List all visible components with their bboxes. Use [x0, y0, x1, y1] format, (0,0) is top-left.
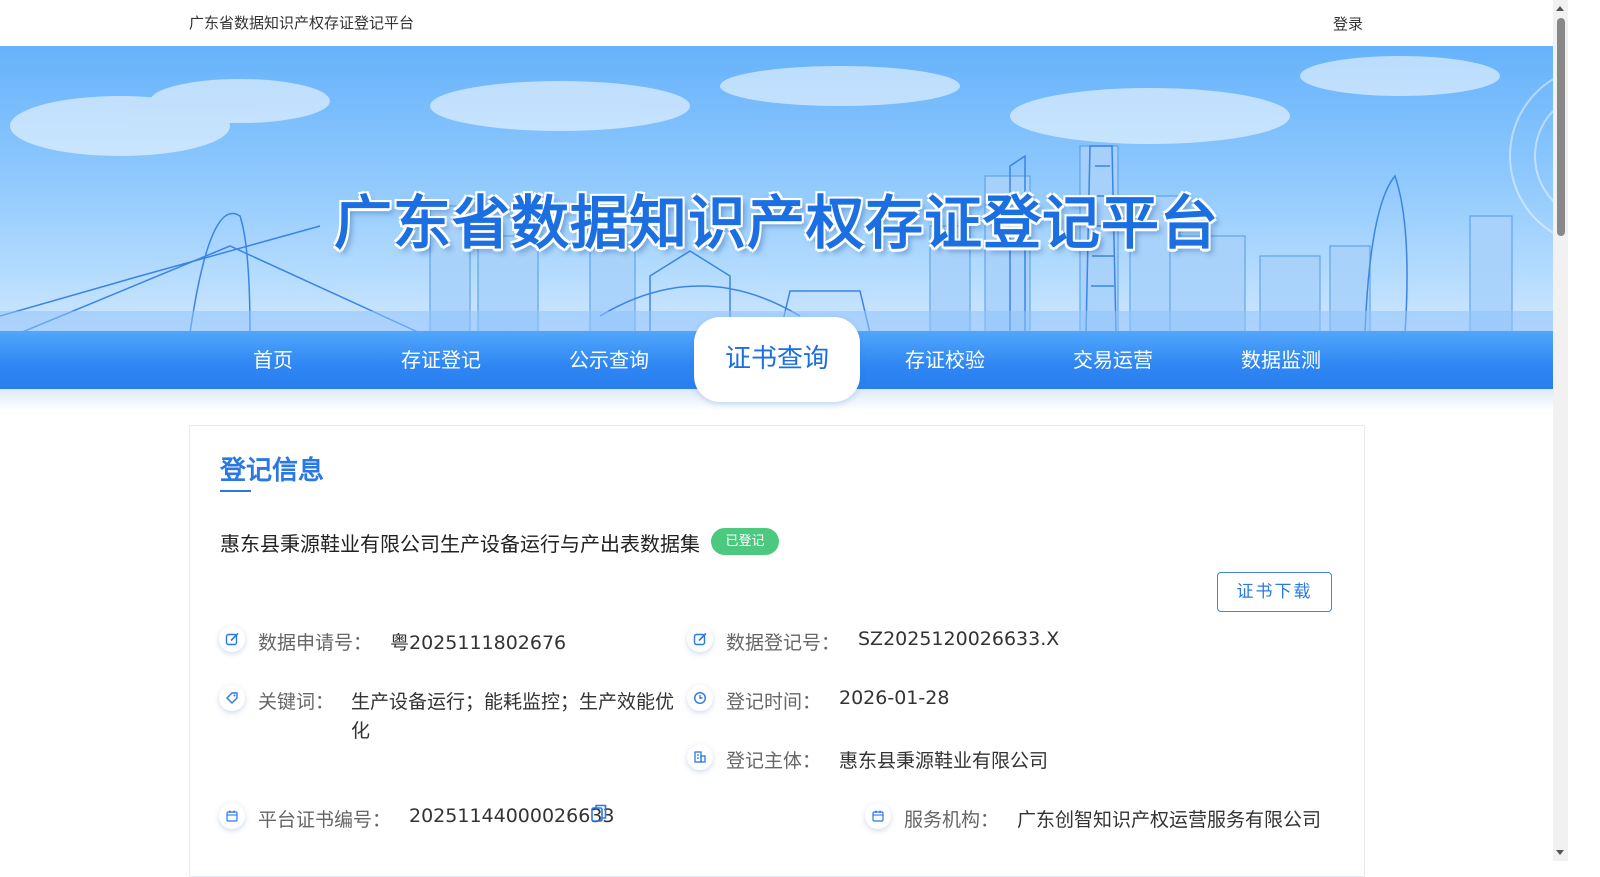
page-scrollbar[interactable]: [1553, 0, 1568, 861]
top-bar: 广东省数据知识产权存证登记平台 登录: [0, 0, 1553, 46]
edit-icon: [687, 626, 713, 652]
clock-icon: [687, 685, 713, 711]
banner-title: 广东省数据知识产权存证登记平台: [333, 189, 1219, 257]
calendar-icon: [865, 803, 891, 829]
registration-no-value: SZ2025120026633.X: [858, 628, 1060, 650]
application-no-value: 粤2025111802676: [390, 632, 567, 654]
site-name: 广东省数据知识产权存证登记平台: [189, 14, 415, 32]
edit-icon: [219, 626, 245, 652]
section-title: 登记信息: [220, 456, 325, 486]
nav-item-verification[interactable]: 存证校验: [861, 331, 1029, 389]
organization-icon: [687, 744, 713, 770]
registration-time-label: 登记时间：: [726, 691, 822, 713]
scroll-down-arrow-icon[interactable]: [1556, 850, 1564, 855]
status-badge: 已登记: [711, 528, 779, 555]
registration-no-label: 数据登记号：: [726, 632, 841, 654]
nav-item-registration[interactable]: 存证登记: [357, 331, 525, 389]
certificate-download-button[interactable]: 证书下载: [1217, 572, 1332, 612]
hero-banner: 广东省数据知识产权存证登记平台: [0, 46, 1553, 333]
registration-time-value: 2026-01-28: [839, 687, 950, 709]
registrant-value: 惠东县秉源鞋业有限公司: [839, 750, 1049, 772]
nav-item-monitoring[interactable]: 数据监测: [1197, 331, 1365, 389]
calendar-icon: [219, 803, 245, 829]
copy-icon[interactable]: [591, 804, 607, 823]
certificate-no-value: 20251144000026633: [409, 805, 615, 827]
keywords-value-line1: 生产设备运行；能耗监控；生产效能优: [351, 691, 675, 713]
nav-item-home[interactable]: 首页: [189, 331, 357, 389]
tag-icon: [219, 685, 245, 711]
scrollbar-thumb[interactable]: [1557, 18, 1565, 236]
nav-item-certificate-query[interactable]: 证书查询: [694, 317, 860, 402]
keywords-label: 关键词：: [258, 691, 335, 713]
dataset-title: 惠东县秉源鞋业有限公司生产设备运行与产出表数据集: [220, 532, 700, 556]
application-no-label: 数据申请号：: [258, 632, 373, 654]
scroll-up-arrow-icon[interactable]: [1556, 6, 1564, 11]
service-org-label: 服务机构：: [904, 809, 1000, 831]
registrant-label: 登记主体：: [726, 750, 822, 772]
keywords-value-line2: 化: [351, 720, 371, 742]
section-title-underline: [220, 490, 251, 492]
login-link[interactable]: 登录: [1333, 13, 1363, 34]
nav-item-public-query[interactable]: 公示查询: [525, 331, 693, 389]
nav-item-trading[interactable]: 交易运营: [1029, 331, 1197, 389]
certificate-no-label: 平台证书编号：: [258, 809, 392, 831]
service-org-value: 广东创智知识产权运营服务有限公司: [1017, 809, 1322, 831]
